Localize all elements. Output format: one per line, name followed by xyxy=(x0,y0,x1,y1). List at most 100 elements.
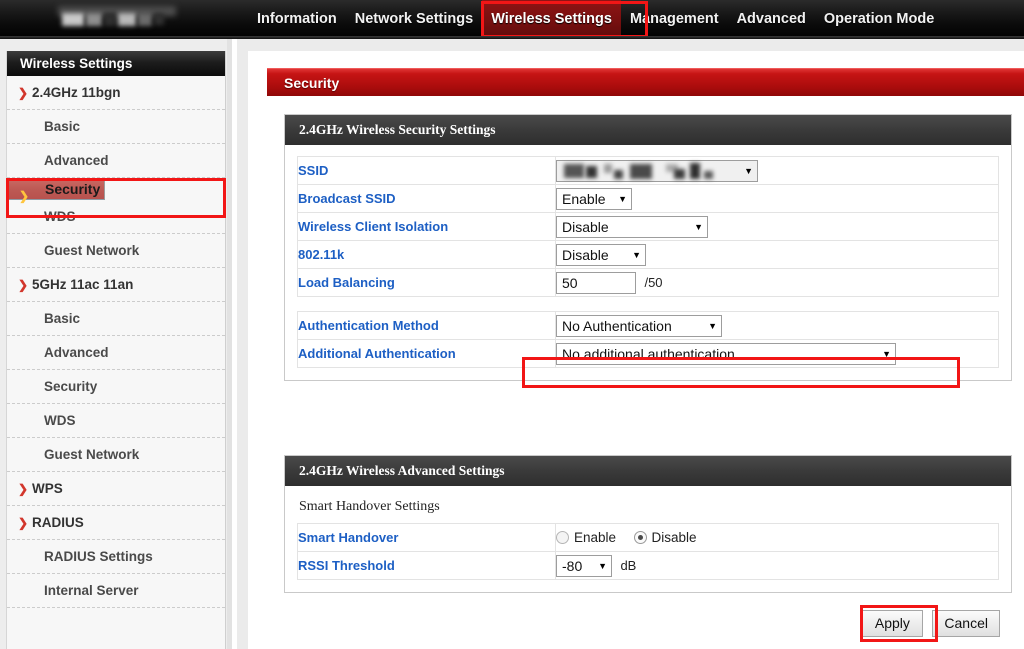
advanced-settings-panel: 2.4GHz Wireless Advanced Settings Smart … xyxy=(284,455,1012,593)
sidebar-item-radius-settings[interactable]: RADIUS Settings xyxy=(7,540,225,574)
nav-item-network-settings[interactable]: Network Settings xyxy=(346,0,482,39)
rssi-threshold-select[interactable]: -80 ▼ xyxy=(556,554,612,577)
sidebar-item-label: WDS xyxy=(44,413,76,428)
security-panel-body: SSID ▼ Broadcast SSID Enable ▼ Wireless … xyxy=(285,145,1011,380)
form-spacer xyxy=(297,297,999,311)
brand-logo[interactable] xyxy=(50,4,180,30)
smart-handover-disable-option[interactable]: Disable xyxy=(633,530,697,545)
advanced-panel-body: Smart Handover Settings Smart Handover E… xyxy=(285,486,1011,592)
ssid-select[interactable]: ▼ xyxy=(556,159,758,182)
load-balancing-suffix: /50 xyxy=(644,275,663,290)
top-navigation-bar: Information Network Settings Wireless Se… xyxy=(0,0,1024,39)
sidebar-panel: Wireless Settings ❯ 2.4GHz 11bgn Basic A… xyxy=(6,51,226,649)
sidebar-item-internal-server[interactable]: Internal Server xyxy=(7,574,225,608)
802-11k-value: Disable xyxy=(562,246,609,263)
sidebar-item-24ghz-advanced[interactable]: Advanced xyxy=(7,144,225,178)
smart-handover-subheader: Smart Handover Settings xyxy=(299,499,440,514)
table-row-80211k: 802.11k Disable ▼ xyxy=(297,240,999,269)
sidebar-item-5ghz-security[interactable]: Security xyxy=(7,370,225,404)
client-isolation-value: Disable xyxy=(562,218,609,235)
sidebar-scroll-gutter[interactable] xyxy=(227,39,232,649)
chevron-right-icon: ❯ xyxy=(18,516,29,530)
nav-item-advanced[interactable]: Advanced xyxy=(728,0,815,39)
authentication-table: Authentication Method No Authentication … xyxy=(297,311,999,368)
broadcast-ssid-value: Enable xyxy=(562,190,606,207)
radio-icon xyxy=(556,530,569,544)
load-balancing-input[interactable]: 50 xyxy=(556,271,636,294)
smart-handover-enable-label: Enable xyxy=(574,529,617,545)
sidebar-item-24ghz-basic[interactable]: Basic xyxy=(7,110,225,144)
rssi-threshold-value: -80 xyxy=(562,557,583,574)
security-settings-panel: 2.4GHz Wireless Security Settings SSID ▼… xyxy=(284,114,1012,381)
smart-handover-enable-option[interactable]: Enable xyxy=(556,530,616,545)
label-ssid: SSID xyxy=(297,156,556,185)
label-802-11k: 802.11k xyxy=(297,240,556,269)
apply-button[interactable]: Apply xyxy=(861,610,924,637)
broadcast-ssid-select[interactable]: Enable ▼ xyxy=(556,187,632,210)
page-title: Security xyxy=(284,75,340,91)
sidebar-item-label: RADIUS xyxy=(32,515,84,530)
sidebar-item-label: Internal Server xyxy=(44,583,139,598)
sidebar-item-5ghz-guest-network[interactable]: Guest Network xyxy=(7,438,225,472)
security-settings-table: SSID ▼ Broadcast SSID Enable ▼ Wireless … xyxy=(297,156,999,297)
table-row-rssi-threshold: RSSI Threshold -80 ▼ dB xyxy=(297,551,999,580)
sidebar-title: Wireless Settings xyxy=(7,51,225,76)
nav-item-operation-mode[interactable]: Operation Mode xyxy=(815,0,943,39)
security-panel-title: 2.4GHz Wireless Security Settings xyxy=(285,115,1011,145)
label-smart-handover: Smart Handover xyxy=(297,523,556,552)
client-isolation-select[interactable]: Disable ▼ xyxy=(556,215,708,238)
sidebar-item-24ghz-security[interactable]: ❯ Security xyxy=(7,178,106,203)
chevron-down-icon: ▼ xyxy=(632,249,641,260)
sidebar-item-radius[interactable]: ❯ RADIUS xyxy=(7,506,225,540)
label-load-balancing: Load Balancing xyxy=(297,268,556,297)
sidebar-item-24ghz-11bgn[interactable]: ❯ 2.4GHz 11bgn xyxy=(7,76,225,110)
advanced-settings-table: Smart Handover Enable Disable RSSI Thres… xyxy=(297,523,999,580)
sidebar-item-wps[interactable]: ❯ WPS xyxy=(7,472,225,506)
label-wireless-client-isolation: Wireless Client Isolation xyxy=(297,212,556,241)
nav-item-management[interactable]: Management xyxy=(621,0,728,39)
chevron-down-icon: ▼ xyxy=(694,221,703,232)
sidebar-item-label: WDS xyxy=(44,209,76,224)
sidebar-item-label: Security xyxy=(44,379,98,394)
rssi-threshold-unit: dB xyxy=(620,558,637,573)
chevron-down-icon: ▼ xyxy=(882,348,891,359)
chevron-down-icon: ▼ xyxy=(744,165,753,176)
sidebar-item-label: 5GHz 11ac 11an xyxy=(32,277,134,292)
label-authentication-method: Authentication Method xyxy=(297,311,556,340)
sidebar-item-label: Guest Network xyxy=(44,447,140,462)
sidebar-item-label: RADIUS Settings xyxy=(44,549,153,564)
sidebar-item-5ghz-wds[interactable]: WDS xyxy=(7,404,225,438)
main-content-area: Security 2.4GHz Wireless Security Settin… xyxy=(237,39,1024,649)
sidebar-item-label: Advanced xyxy=(44,153,109,168)
sidebar-item-label: Advanced xyxy=(44,345,109,360)
chevron-right-icon: ❯ xyxy=(18,86,29,100)
chevron-down-icon: ▼ xyxy=(598,560,607,571)
table-row-smart-handover: Smart Handover Enable Disable xyxy=(297,523,999,552)
table-row-additional-authentication: Additional Authentication No additional … xyxy=(297,339,999,368)
additional-authentication-select[interactable]: No additional authentication ▼ xyxy=(556,342,896,365)
content-panel: Security 2.4GHz Wireless Security Settin… xyxy=(248,51,1024,649)
additional-authentication-value: No additional authentication xyxy=(562,345,735,362)
802-11k-select[interactable]: Disable ▼ xyxy=(556,243,646,266)
advanced-panel-title: 2.4GHz Wireless Advanced Settings xyxy=(285,456,1011,486)
sidebar-item-5ghz-11ac-11an[interactable]: ❯ 5GHz 11ac 11an xyxy=(7,268,225,302)
table-row-ssid: SSID ▼ xyxy=(297,156,999,185)
chevron-down-icon: ▼ xyxy=(618,193,627,204)
table-row-broadcast-ssid: Broadcast SSID Enable ▼ xyxy=(297,184,999,213)
table-row-authentication-method: Authentication Method No Authentication … xyxy=(297,311,999,340)
radio-icon xyxy=(633,530,647,544)
chevron-right-icon: ❯ xyxy=(18,278,29,292)
sidebar-item-5ghz-advanced[interactable]: Advanced xyxy=(7,336,225,370)
sidebar-item-label: Guest Network xyxy=(44,243,140,258)
cancel-button[interactable]: Cancel xyxy=(932,610,1000,637)
label-additional-authentication: Additional Authentication xyxy=(297,339,556,368)
table-row-load-balancing: Load Balancing 50 /50 xyxy=(297,268,999,297)
sidebar-item-5ghz-basic[interactable]: Basic xyxy=(7,302,225,336)
nav-item-wireless-settings[interactable]: Wireless Settings xyxy=(482,0,621,39)
chevron-right-icon: ❯ xyxy=(18,482,29,496)
sidebar-item-24ghz-wds[interactable]: WDS xyxy=(7,200,225,234)
sidebar-item-label: Basic xyxy=(44,119,81,134)
sidebar-item-24ghz-guest-network[interactable]: Guest Network xyxy=(7,234,225,268)
nav-item-information[interactable]: Information xyxy=(248,0,346,39)
authentication-method-select[interactable]: No Authentication ▼ xyxy=(556,314,722,337)
